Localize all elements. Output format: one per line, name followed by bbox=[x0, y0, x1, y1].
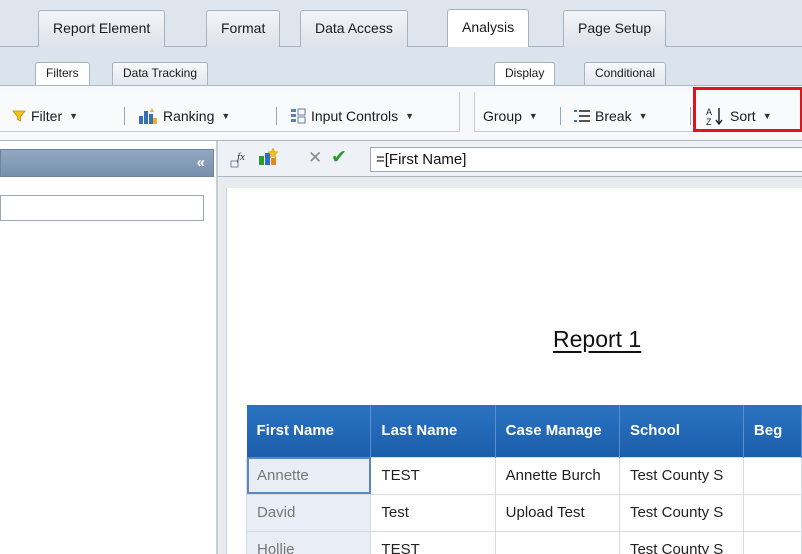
svg-text:fx: fx bbox=[237, 151, 245, 163]
table-cell[interactable] bbox=[742, 530, 802, 554]
table-cell[interactable] bbox=[742, 493, 802, 532]
table-cell[interactable]: Test County S bbox=[618, 456, 744, 495]
toolbar-separator bbox=[560, 107, 561, 125]
table-cell[interactable]: Test County S bbox=[618, 493, 744, 532]
sort-highlight-box bbox=[693, 87, 802, 132]
chevron-down-icon[interactable]: ▼ bbox=[221, 105, 230, 127]
chevron-down-icon[interactable]: ▼ bbox=[529, 105, 538, 127]
break-button[interactable]: Break ▼ bbox=[574, 105, 648, 127]
table-cell[interactable]: Annette Burch bbox=[494, 456, 620, 495]
input-controls-icon bbox=[290, 108, 306, 124]
sub-tab-bar: Filters Data Tracking Display Conditiona… bbox=[0, 47, 802, 85]
tab-analysis[interactable]: Analysis bbox=[447, 9, 530, 47]
toolbar-separator bbox=[690, 107, 691, 125]
tab-filters[interactable]: Filters bbox=[35, 62, 90, 85]
ranking-label: Ranking bbox=[163, 108, 215, 124]
formula-editor-icon[interactable]: fx bbox=[230, 149, 250, 172]
chevron-down-icon[interactable]: ▼ bbox=[639, 105, 648, 127]
tab-format[interactable]: Format bbox=[206, 10, 281, 47]
tab-data-tracking[interactable]: Data Tracking bbox=[112, 62, 209, 85]
break-icon bbox=[574, 109, 590, 123]
formula-bar: fx ✕ ✔ =[First Name] bbox=[218, 141, 802, 177]
tab-data-access[interactable]: Data Access bbox=[300, 10, 408, 47]
table-cell[interactable] bbox=[494, 530, 620, 554]
tab-page-setup[interactable]: Page Setup bbox=[563, 10, 667, 47]
toolbar-separator bbox=[124, 107, 125, 125]
chevron-down-icon[interactable]: ▼ bbox=[69, 105, 78, 127]
table-row: Hollie TEST Test County S bbox=[245, 530, 802, 554]
filter-button[interactable]: Filter ▼ bbox=[12, 105, 78, 127]
table-cell[interactable]: Test bbox=[370, 493, 496, 532]
table-cell[interactable]: Upload Test bbox=[494, 493, 620, 532]
tab-report-element[interactable]: Report Element bbox=[38, 10, 166, 47]
input-controls-label: Input Controls bbox=[311, 108, 399, 124]
table-row: Annette TEST Annette Burch Test County S bbox=[245, 456, 802, 495]
toolbar-separator bbox=[276, 107, 277, 125]
table-cell-first-name[interactable]: Hollie bbox=[245, 530, 372, 554]
ranking-icon bbox=[138, 107, 158, 125]
report-title[interactable]: Report 1 bbox=[553, 326, 641, 353]
tab-conditional[interactable]: Conditional bbox=[584, 62, 667, 85]
ranking-button[interactable]: Ranking ▼ bbox=[138, 105, 230, 127]
tab-display[interactable]: Display bbox=[494, 62, 556, 85]
column-header-beg[interactable]: Beg bbox=[743, 405, 802, 457]
left-panel: « bbox=[0, 141, 218, 554]
formula-input[interactable]: =[First Name] bbox=[370, 147, 802, 172]
left-panel-header: « bbox=[0, 149, 214, 177]
column-header-first-name[interactable]: First Name bbox=[246, 405, 372, 457]
input-controls-button[interactable]: Input Controls ▼ bbox=[290, 105, 414, 127]
column-header-last-name[interactable]: Last Name bbox=[370, 405, 496, 457]
table-cell-first-name[interactable]: Annette bbox=[245, 456, 372, 495]
table-cell-first-name[interactable]: David bbox=[245, 493, 372, 532]
table-header-row: First Name Last Name Case Manage School … bbox=[246, 405, 802, 457]
table-cell[interactable]: Test County S bbox=[618, 530, 744, 554]
filter-label: Filter bbox=[31, 108, 63, 124]
chevron-down-icon[interactable]: ▼ bbox=[405, 105, 414, 127]
validate-icon[interactable]: ✔ bbox=[331, 146, 347, 169]
cancel-icon[interactable]: ✕ bbox=[308, 148, 322, 168]
left-panel-search-input[interactable] bbox=[0, 195, 204, 221]
create-variable-icon[interactable] bbox=[258, 147, 280, 170]
table-cell[interactable]: TEST bbox=[370, 530, 496, 554]
collapse-panel-icon[interactable]: « bbox=[197, 154, 205, 171]
table-cell[interactable] bbox=[742, 456, 802, 495]
main-tab-bar: Report Element Format Data Access Analys… bbox=[0, 0, 802, 47]
analysis-toolbar: Filter ▼ Ranking ▼ Input Controls ▼ Grou… bbox=[0, 85, 802, 141]
funnel-icon bbox=[12, 109, 26, 123]
column-header-school[interactable]: School bbox=[619, 405, 744, 457]
column-header-case-manager[interactable]: Case Manage bbox=[495, 405, 620, 457]
table-row: David Test Upload Test Test County S bbox=[245, 493, 802, 532]
table-cell[interactable]: TEST bbox=[370, 456, 496, 495]
group-label: Group bbox=[483, 108, 522, 124]
break-label: Break bbox=[595, 108, 632, 124]
report-table[interactable]: First Name Last Name Case Manage School … bbox=[245, 405, 802, 554]
group-button[interactable]: Group ▼ bbox=[483, 105, 538, 127]
